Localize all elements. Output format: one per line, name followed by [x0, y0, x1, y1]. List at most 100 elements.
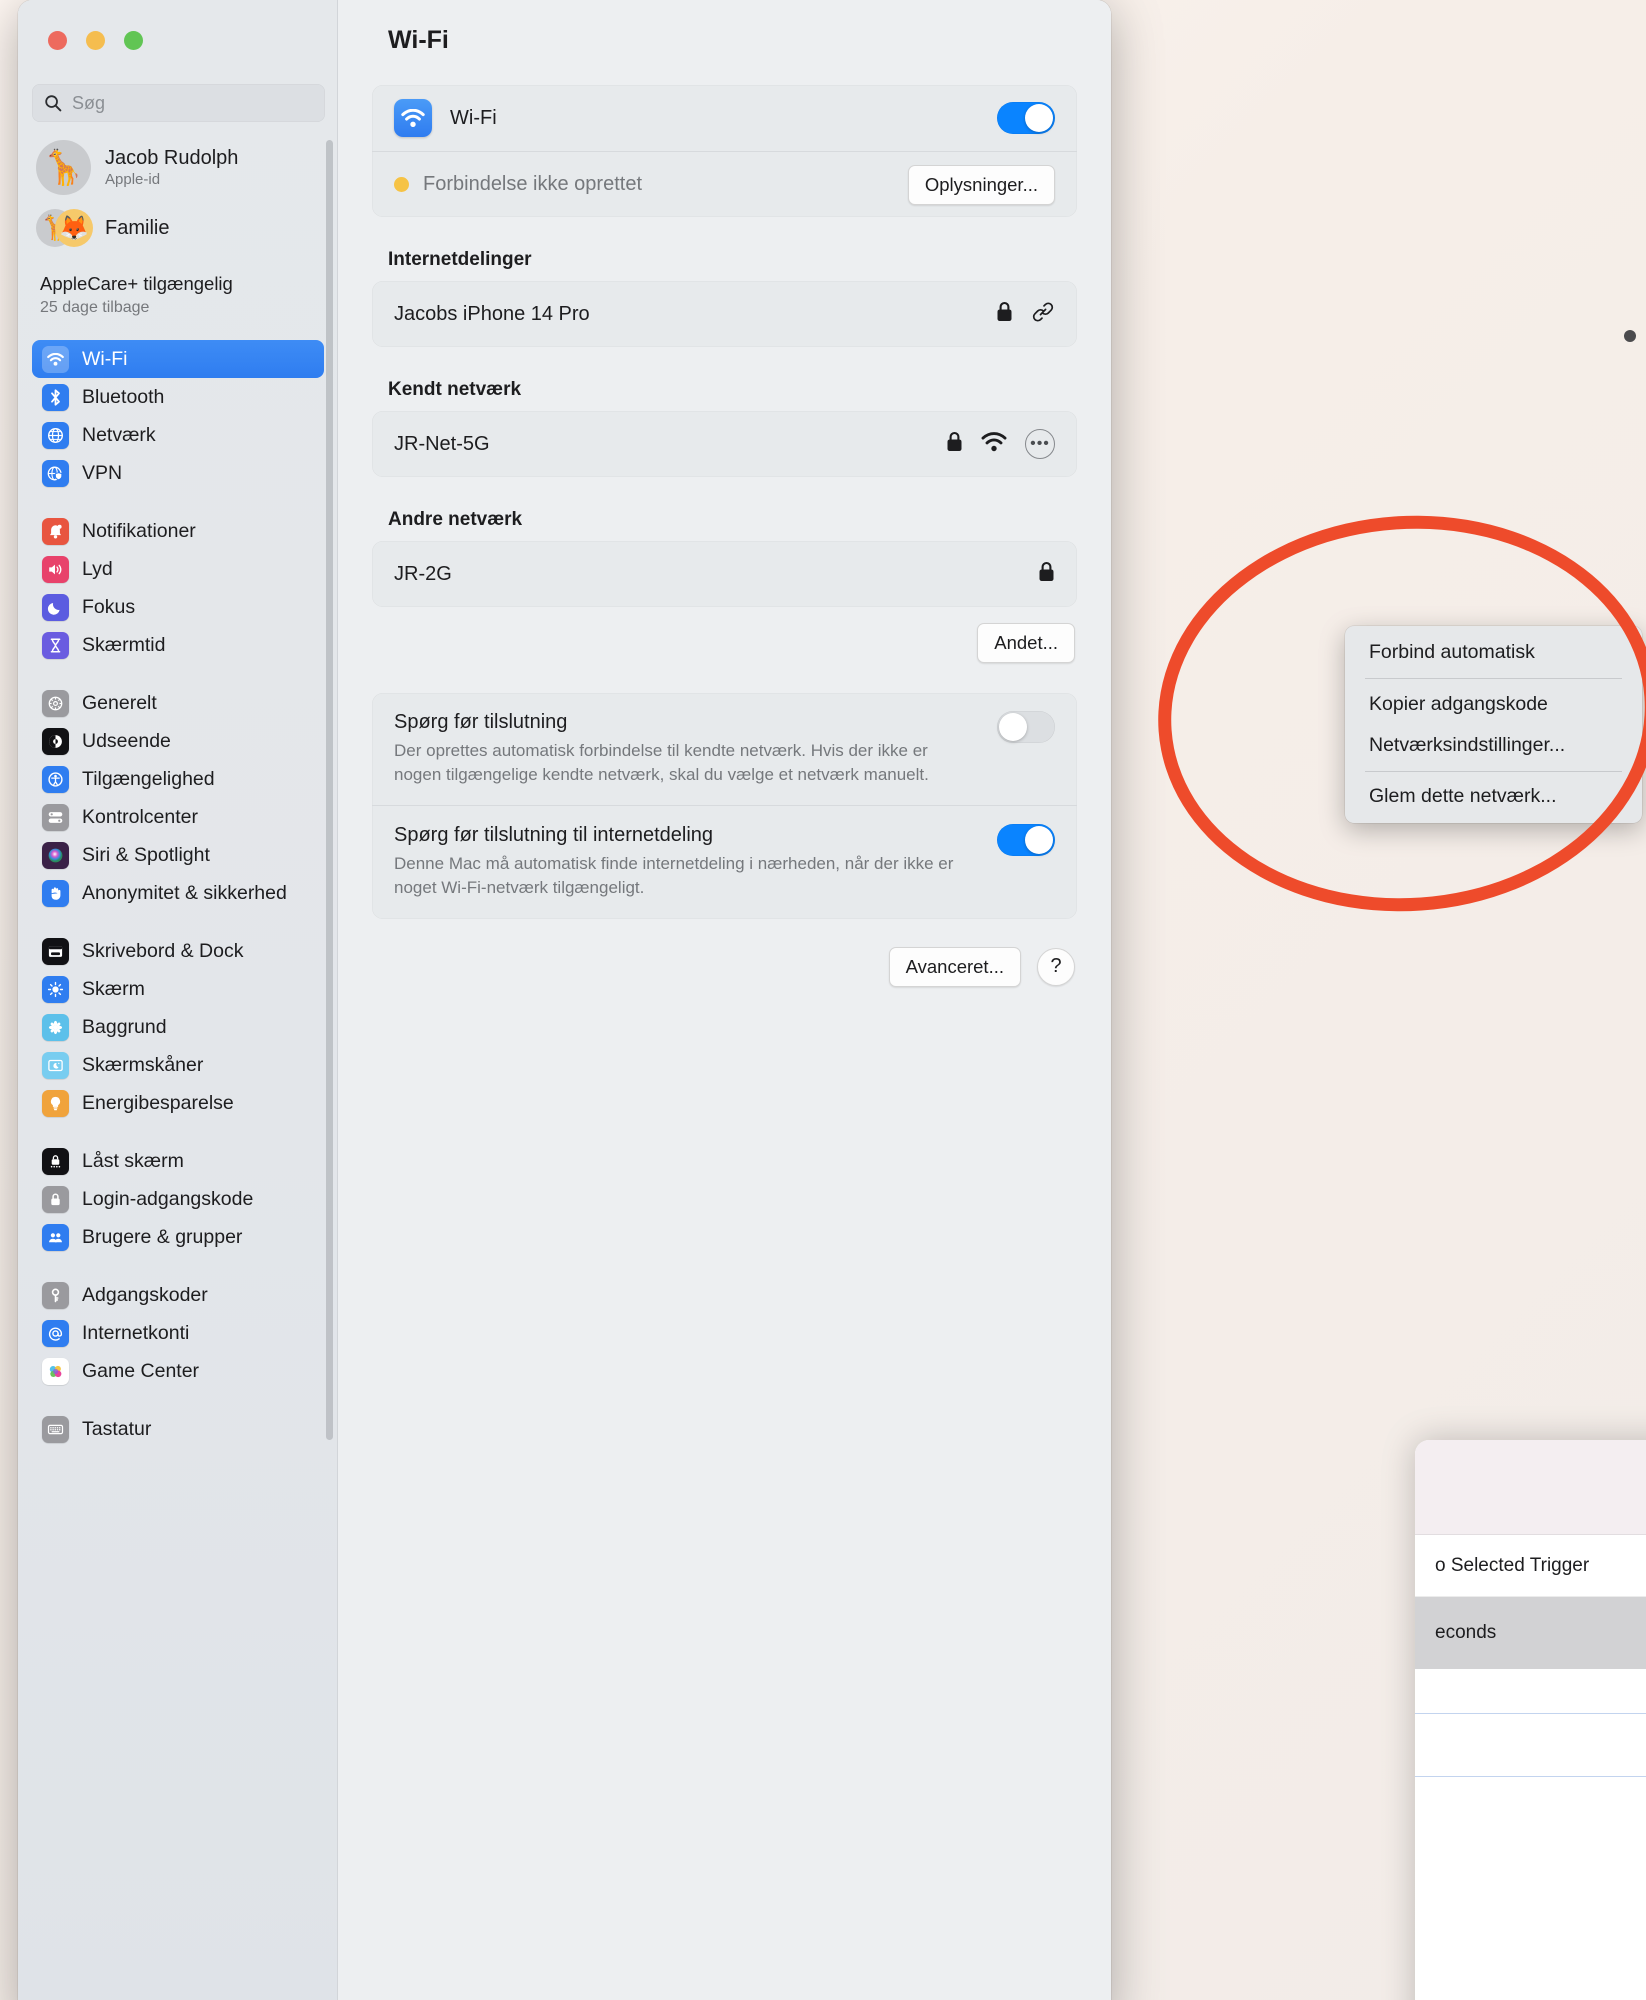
sidebar-item-notifikationer[interactable]: Notifikationer — [32, 512, 324, 550]
sidebar-item-label: Brugere & grupper — [82, 1225, 243, 1248]
sidebar-item-sk-rmtid[interactable]: Skærmtid — [32, 626, 324, 664]
users-icon — [42, 1223, 69, 1251]
table-row[interactable]: JR-Net-5G ••• — [372, 411, 1077, 477]
table-row[interactable]: JR-2G — [372, 541, 1077, 607]
sidebar-item-vpn[interactable]: VPN — [32, 454, 324, 492]
sidebar-nav: Wi-Fi Bluetooth Netværk VPN Notifikationer Ly… — [18, 340, 338, 1468]
sidebar-item-wi-fi[interactable]: Wi-Fi — [32, 340, 324, 378]
accessibility-icon — [42, 765, 69, 793]
sidebar-item-adgangskoder[interactable]: Adgangskoder — [32, 1276, 324, 1314]
search-input[interactable] — [72, 92, 313, 114]
speaker-icon — [42, 555, 69, 583]
context-menu-separator — [1365, 770, 1622, 771]
internetdelinger-card: Jacobs iPhone 14 Pro — [372, 281, 1077, 347]
sidebar-item-label: Tilgængelighed — [82, 767, 215, 790]
more-icon[interactable]: ••• — [1025, 429, 1055, 459]
sidebar-item-brugere-grupper[interactable]: Brugere & grupper — [32, 1218, 324, 1256]
sidebar-item-energibesparelse[interactable]: Energibesparelse — [32, 1084, 324, 1122]
sidebar-item-l-st-sk-rm[interactable]: Låst skærm — [32, 1142, 324, 1180]
help-button[interactable]: ? — [1037, 947, 1075, 986]
sidebar-item-kontrolcenter[interactable]: Kontrolcenter — [32, 798, 324, 836]
sidebar-item-netv-rk[interactable]: Netværk — [32, 416, 324, 454]
ask-before-hotspot-toggle[interactable] — [997, 824, 1055, 857]
wifi-signal-icon — [981, 431, 1007, 457]
link-icon — [1031, 300, 1055, 329]
sidebar-item-label: Generelt — [82, 691, 157, 714]
sidebar: 🦒 Jacob Rudolph Apple-id 🦒 🦊 Familie App… — [18, 0, 338, 2000]
sidebar-item-sk-rmsk-ner[interactable]: Skærmskåner — [32, 1046, 324, 1084]
lock-screen-icon — [42, 1147, 69, 1175]
section-heading-internetdelinger: Internetdelinger — [388, 249, 532, 270]
sidebar-group-4: Låst skærm Login-adgangskode Brugere & gru… — [18, 1142, 338, 1256]
search-bar[interactable] — [32, 84, 325, 122]
sidebar-group-5: Adgangskoder Internetkonti Game Center — [18, 1276, 338, 1390]
family-avatars: 🦒 🦊 — [36, 208, 93, 248]
sidebar-item-lyd[interactable]: Lyd — [32, 550, 324, 588]
gear-icon — [42, 689, 69, 717]
sidebar-scrollbar[interactable] — [326, 140, 333, 1440]
sidebar-item-login-adgangskode[interactable]: Login-adgangskode — [32, 1180, 324, 1218]
account-row[interactable]: 🦒 Jacob Rudolph Apple-id — [36, 140, 326, 195]
context-menu-item[interactable]: Glem dette netværk... — [1345, 776, 1642, 817]
context-menu-item[interactable]: Netværksindstillinger... — [1345, 725, 1642, 766]
game-center-icon — [42, 1357, 69, 1385]
wifi-card: Wi-Fi Forbindelse ikke oprettet Oplysnin… — [372, 85, 1077, 217]
sidebar-item-anonymitet-sikkerhed[interactable]: Anonymitet & sikkerhed — [32, 874, 324, 912]
context-menu-item[interactable]: Forbind automatisk — [1345, 632, 1642, 673]
sidebar-item-internetkonti[interactable]: Internetkonti — [32, 1314, 324, 1352]
sidebar-item-label: Låst skærm — [82, 1149, 184, 1172]
applecare-block[interactable]: AppleCare+ tilgængelig 25 dage tilbage — [40, 272, 330, 319]
ask-before-joining-toggle[interactable] — [997, 711, 1055, 743]
avatar: 🦒 — [36, 140, 91, 195]
desktop-dock-icon — [42, 937, 69, 965]
background-window[interactable]: o Selected Trigger econds — [1415, 1440, 1646, 2000]
sidebar-item-fokus[interactable]: Fokus — [32, 588, 324, 626]
sidebar-item-udseende[interactable]: Udseende — [32, 722, 324, 760]
family-row[interactable]: 🦒 🦊 Familie — [36, 208, 326, 248]
lock-icon — [42, 1185, 69, 1213]
at-icon — [42, 1319, 69, 1347]
sidebar-item-label: Energibesparelse — [82, 1091, 234, 1114]
sidebar-item-label: Fokus — [82, 595, 136, 618]
background-window-divider-1 — [1415, 1713, 1646, 1714]
sidebar-item-sk-rm[interactable]: Skærm — [32, 970, 324, 1008]
zoom-button[interactable] — [124, 31, 143, 50]
sidebar-item-baggrund[interactable]: Baggrund — [32, 1008, 324, 1046]
wallpaper-icon — [42, 1013, 69, 1041]
table-row[interactable]: Jacobs iPhone 14 Pro — [372, 281, 1077, 347]
sidebar-item-skrivebord-dock[interactable]: Skrivebord & Dock — [32, 932, 324, 970]
kendt-netvaerk-card: JR-Net-5G ••• — [372, 411, 1077, 477]
brightness-icon — [42, 975, 69, 1003]
close-button[interactable] — [48, 31, 67, 50]
other-network-button[interactable]: Andet... — [977, 623, 1075, 663]
network-name: Jacobs iPhone 14 Pro — [394, 302, 590, 325]
siri-icon — [42, 841, 69, 869]
status-badge — [394, 177, 409, 192]
network-context-menu: Forbind automatisk Kopier adgangskode Netv… — [1345, 626, 1642, 823]
lock-icon — [996, 301, 1013, 327]
sidebar-item-game-center[interactable]: Game Center — [32, 1352, 324, 1390]
details-button[interactable]: Oplysninger... — [907, 164, 1055, 205]
context-menu-item[interactable]: Kopier adgangskode — [1345, 684, 1642, 725]
screensaver-icon — [42, 1051, 69, 1079]
advanced-button[interactable]: Avanceret... — [888, 946, 1021, 987]
family-avatar-b: 🦊 — [55, 209, 93, 247]
bell-icon — [42, 517, 69, 545]
wifi-toggle[interactable] — [997, 102, 1055, 134]
sidebar-item-label: Udseende — [82, 729, 171, 752]
status-text: Forbindelse ikke oprettet — [423, 173, 643, 195]
sidebar-item-label: Wi-Fi — [82, 347, 128, 370]
sidebar-item-generelt[interactable]: Generelt — [32, 684, 324, 722]
background-window-toolbar — [1415, 1440, 1646, 1535]
minimize-button[interactable] — [86, 31, 105, 50]
sidebar-item-label: Skrivebord & Dock — [82, 939, 244, 962]
account-name: Jacob Rudolph — [105, 146, 239, 169]
moon-icon — [42, 593, 69, 621]
sidebar-item-siri-spotlight[interactable]: Siri & Spotlight — [32, 836, 324, 874]
sidebar-item-tilg-ngelighed[interactable]: Tilgængelighed — [32, 760, 324, 798]
sidebar-item-tastatur[interactable]: Tastatur — [32, 1410, 324, 1448]
applecare-title: AppleCare+ tilgængelig — [40, 273, 233, 294]
sidebar-item-bluetooth[interactable]: Bluetooth — [32, 378, 324, 416]
wifi-status-row: Forbindelse ikke oprettet Oplysninger... — [372, 151, 1077, 217]
sidebar-item-label: Siri & Spotlight — [82, 843, 210, 866]
